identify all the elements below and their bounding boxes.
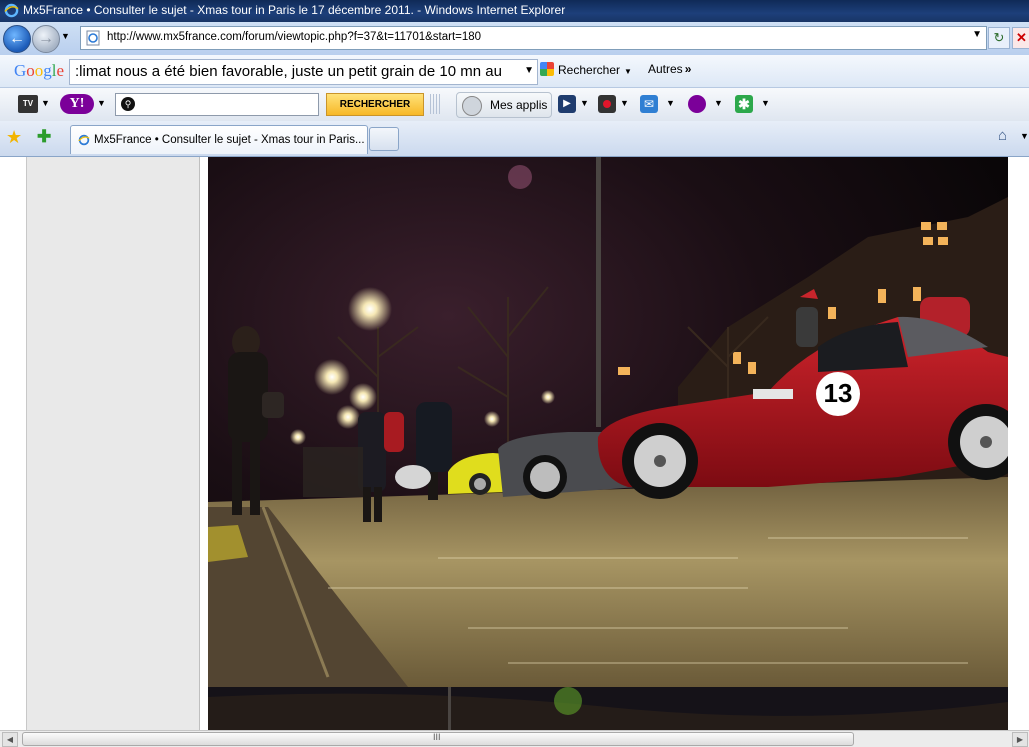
- night-street-photo: 13: [208, 157, 1008, 687]
- window-title: Mx5France • Consulter le sujet - Xmas to…: [23, 3, 566, 17]
- back-button[interactable]: ←: [3, 25, 31, 53]
- refresh-button[interactable]: ↻: [988, 27, 1010, 49]
- yahoo-toolbar: TV ▼ Y! ▼ ⚲ RECHERCHER Mes applis ▶ ▼ ▼ …: [0, 88, 1029, 122]
- scroll-right-icon[interactable]: ▶: [1012, 732, 1028, 747]
- toolbar-grip[interactable]: [430, 94, 440, 114]
- apps-icon: [462, 96, 482, 116]
- add-favorite-icon[interactable]: ✚: [37, 127, 51, 147]
- messenger-icon[interactable]: [688, 95, 706, 113]
- address-url: http://www.mx5france.com/forum/viewtopic…: [107, 31, 482, 43]
- google-search-button-label: Rechercher: [558, 63, 621, 77]
- ie-page-icon: [78, 134, 90, 146]
- record-icon[interactable]: [598, 95, 616, 113]
- chevron-right-icon: »: [684, 62, 692, 76]
- record-dropdown-icon[interactable]: ▼: [620, 98, 629, 108]
- google-search-input[interactable]: :limat nous a été bien favorable, juste …: [69, 59, 538, 85]
- forward-button[interactable]: →: [32, 25, 60, 53]
- google-logo: Google: [14, 61, 65, 80]
- refresh-icon: ↻: [993, 30, 1005, 45]
- yahoo-search-button[interactable]: RECHERCHER: [326, 93, 424, 116]
- messenger-dropdown-icon[interactable]: ▼: [714, 98, 723, 108]
- left-margin: [2, 157, 27, 730]
- yahoo-search-input[interactable]: ⚲: [115, 93, 319, 116]
- video-dropdown-icon[interactable]: ▼: [580, 98, 589, 108]
- google-search-dropdown-icon: ▼: [624, 67, 632, 76]
- tab-bar: ★ ✚ Mx5France • Consulter le sujet - Xma…: [0, 121, 1029, 157]
- new-tab-button[interactable]: [369, 127, 399, 151]
- google-search-button[interactable]: Rechercher ▼: [540, 62, 632, 77]
- tab-label: Mx5France • Consulter le sujet - Xmas to…: [94, 134, 365, 146]
- search-icon: ⚲: [121, 97, 135, 111]
- mail-dropdown-icon[interactable]: ▼: [666, 98, 675, 108]
- car-number-label: 13: [824, 378, 853, 408]
- google-search-dropdown-icon[interactable]: ▼: [524, 65, 534, 76]
- title-bar: Mx5France • Consulter le sujet - Xmas to…: [0, 0, 1029, 22]
- ie-icon: [4, 3, 19, 18]
- stop-button[interactable]: ✕: [1012, 27, 1029, 49]
- forward-arrow-icon: →: [38, 30, 54, 47]
- back-arrow-icon: ←: [9, 30, 25, 47]
- my-apps-button[interactable]: Mes applis: [456, 92, 552, 118]
- address-row: ← → ▼ http://www.mx5france.com/forum/vie…: [0, 22, 1029, 55]
- address-field[interactable]: http://www.mx5france.com/forum/viewtopic…: [80, 26, 987, 50]
- google-search-value: :limat nous a été bien favorable, juste …: [75, 63, 502, 80]
- history-dropdown-icon[interactable]: ▼: [61, 31, 70, 41]
- mail-icon[interactable]: ✉: [640, 95, 658, 113]
- scroll-left-icon[interactable]: ◀: [2, 732, 18, 747]
- ie-page-icon: [86, 30, 100, 46]
- horizontal-scrollbar[interactable]: ◀ III ▶: [0, 730, 1029, 747]
- yahoo-dropdown-icon[interactable]: ▼: [97, 98, 106, 108]
- widget-icon[interactable]: ✱: [735, 95, 753, 113]
- my-apps-label: Mes applis: [490, 98, 548, 112]
- scroll-grip: III: [433, 732, 441, 742]
- google-search-icon: [540, 62, 554, 76]
- post-photo: 13: [208, 157, 1008, 687]
- favorites-star-icon[interactable]: ★: [6, 127, 22, 148]
- next-photo-preview: [208, 687, 1008, 730]
- post-author-column: [27, 157, 200, 730]
- google-more-label: Autres: [648, 62, 683, 76]
- tab-active[interactable]: Mx5France • Consulter le sujet - Xmas to…: [70, 125, 368, 154]
- post-photo-next: [208, 687, 1008, 730]
- yahoo-logo-icon[interactable]: Y!: [60, 94, 94, 114]
- tv-icon[interactable]: TV: [18, 95, 38, 113]
- google-more-button[interactable]: Autres»: [648, 62, 691, 76]
- google-toolbar: Google :limat nous a été bien favorable,…: [0, 55, 1029, 88]
- video-icon[interactable]: ▶: [558, 95, 576, 113]
- tv-dropdown-icon[interactable]: ▼: [41, 98, 50, 108]
- address-dropdown-icon[interactable]: ▼: [972, 29, 982, 40]
- stop-icon: ✕: [1016, 30, 1027, 45]
- home-dropdown-icon[interactable]: ▼: [1020, 131, 1029, 141]
- home-icon[interactable]: ⌂: [998, 127, 1007, 144]
- widget-dropdown-icon[interactable]: ▼: [761, 98, 770, 108]
